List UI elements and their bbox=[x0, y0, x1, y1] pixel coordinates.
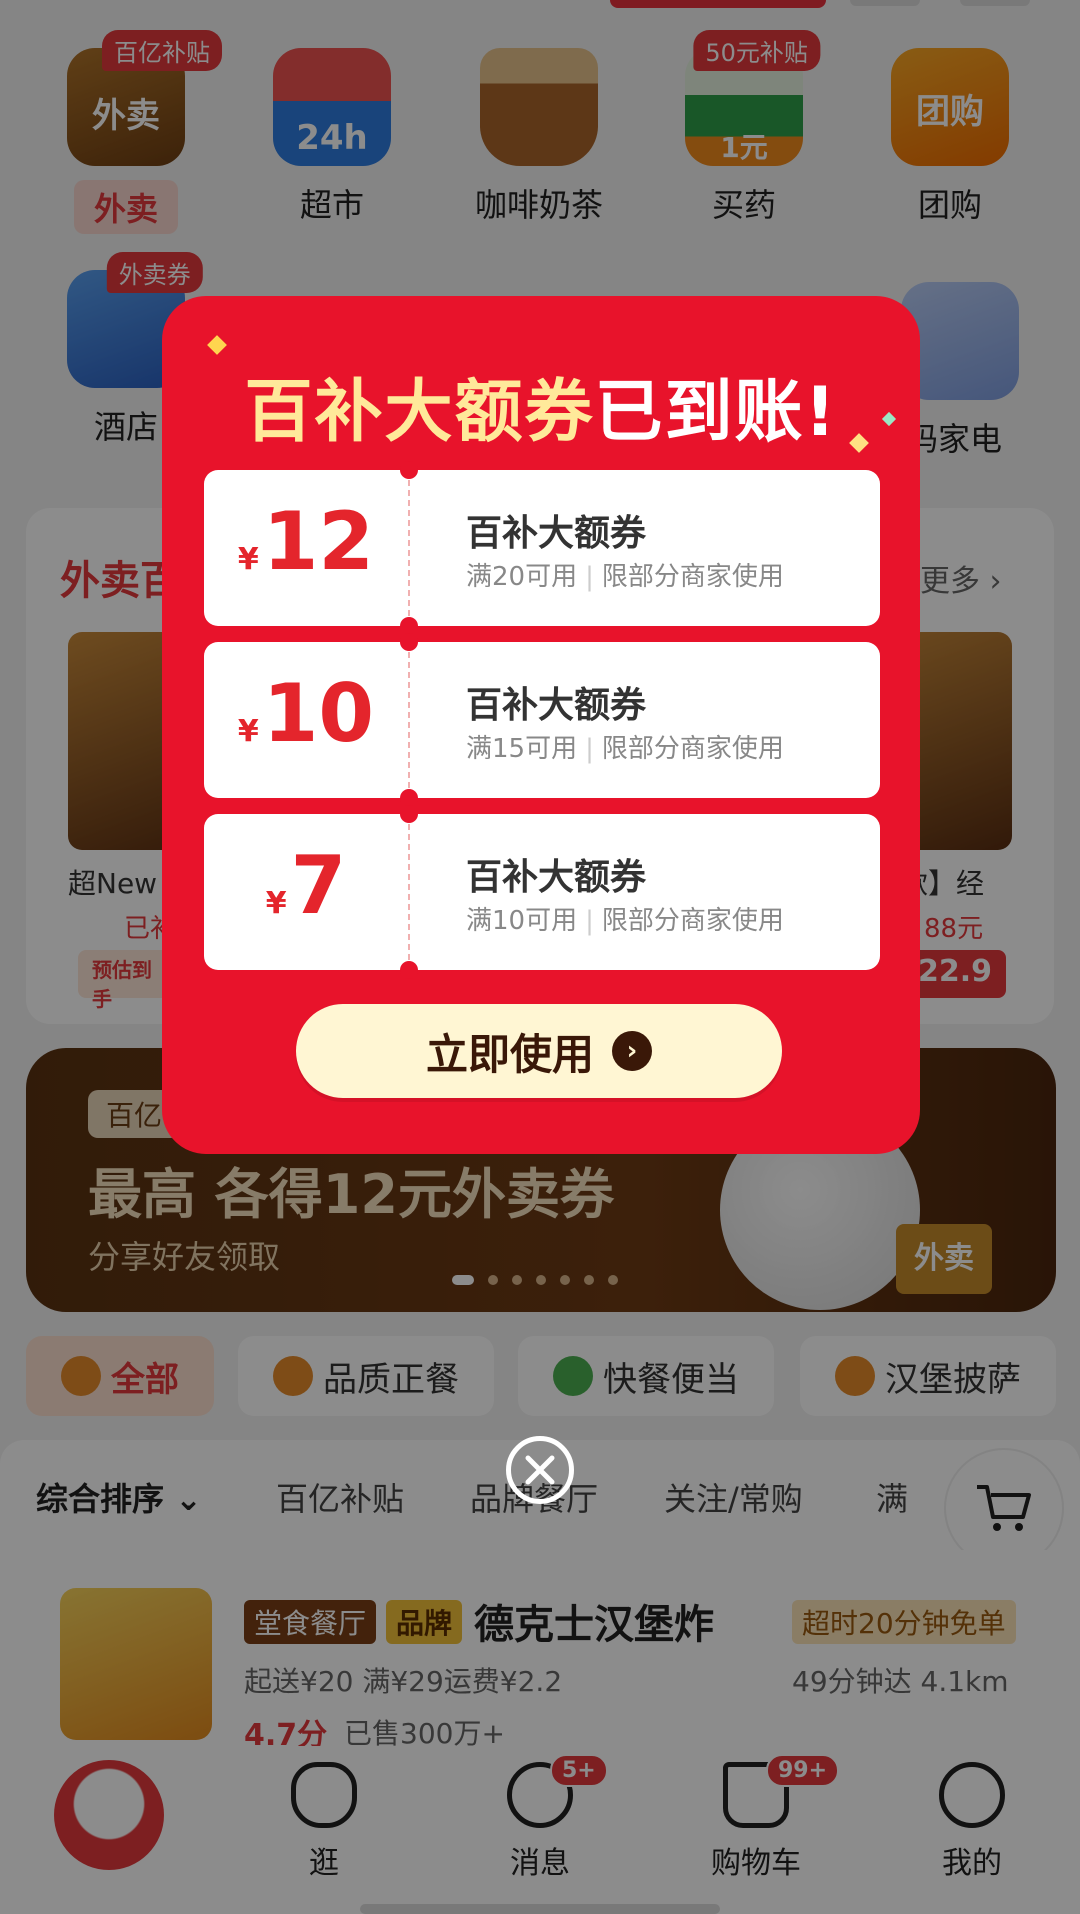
coupon-card[interactable]: ¥7 百补大额券 满10可用 | 限部分商家使用 bbox=[204, 805, 880, 979]
close-modal-button[interactable] bbox=[506, 1436, 574, 1504]
coupon-card[interactable]: ¥10 百补大额券 满15可用 | 限部分商家使用 bbox=[204, 633, 880, 807]
coupon-name: 百补大额券 bbox=[466, 513, 647, 554]
coupon-amount: ¥12 bbox=[237, 495, 375, 588]
modal-title: 百补大额券已到账! bbox=[244, 373, 838, 452]
coupon-card[interactable]: ¥12 百补大额券 满20可用 | 限部分商家使用 bbox=[204, 461, 880, 635]
coupon-condition: 满20可用 | 限部分商家使用 bbox=[466, 562, 784, 592]
coupon-amount: ¥7 bbox=[265, 839, 347, 932]
coupon-modal: 百补大额券已到账! ¥12 百补大额券 满20可用 | 限部分商家使用 ¥10 百补… bbox=[162, 296, 920, 1154]
coupon-name: 百补大额券 bbox=[466, 685, 647, 726]
coupon-condition: 满15可用 | 限部分商家使用 bbox=[466, 734, 784, 764]
coupon-name: 百补大额券 bbox=[466, 857, 647, 898]
chevron-right-icon: › bbox=[612, 1031, 652, 1071]
confetti bbox=[207, 335, 227, 355]
close-icon bbox=[525, 1455, 555, 1485]
use-now-button[interactable]: 立即使用 › bbox=[296, 1004, 782, 1098]
coupon-condition: 满10可用 | 限部分商家使用 bbox=[466, 906, 784, 936]
coupon-amount: ¥10 bbox=[237, 667, 375, 760]
